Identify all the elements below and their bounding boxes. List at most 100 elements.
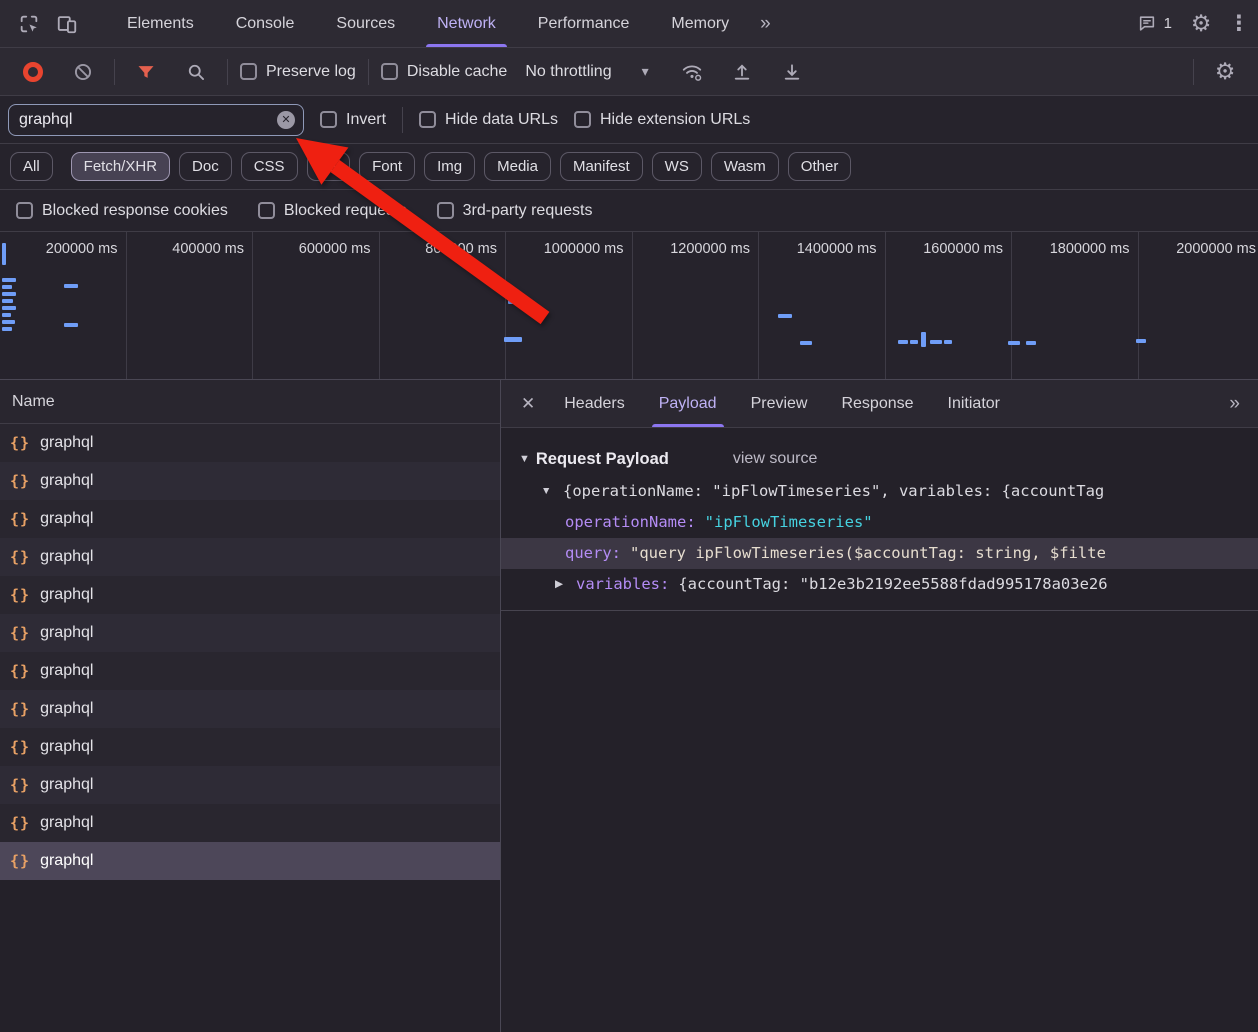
fetch-braces-icon: {} (10, 852, 31, 870)
request-row[interactable]: {} graphql (0, 652, 500, 690)
network-toolbar: Preserve log Disable cache No throttling… (0, 48, 1258, 96)
chip-js[interactable]: JS (306, 152, 351, 181)
more-tabs-chevron-icon[interactable]: » (750, 13, 781, 35)
preserve-log-checkbox[interactable] (240, 63, 257, 80)
request-row[interactable]: {} graphql (0, 538, 500, 576)
chip-css[interactable]: CSS (240, 152, 298, 181)
chip-all[interactable]: All (10, 152, 53, 181)
record-button[interactable] (14, 53, 52, 91)
hide-data-urls-label[interactable]: Hide data URLs (445, 111, 558, 129)
hide-extension-urls-checkbox[interactable] (573, 111, 591, 128)
request-row[interactable]: {} graphql (0, 804, 500, 842)
name-column-header[interactable]: Name (0, 380, 500, 424)
settings-gear-icon[interactable]: ⚙ (1182, 5, 1220, 43)
blocked-requests-checkbox[interactable] (257, 202, 275, 219)
blocked-requests-label[interactable]: Blocked requests (284, 202, 407, 220)
details-tab-payload[interactable]: Payload (642, 380, 734, 427)
view-source-link[interactable]: view source (733, 450, 817, 468)
invert-checkbox[interactable] (320, 111, 337, 128)
expand-triangle-icon[interactable]: ▼ (541, 476, 551, 507)
payload-variables-line[interactable]: ▶ variables: {accountTag: "b12e3b2192ee55… (501, 569, 1258, 600)
request-name: graphql (40, 776, 94, 793)
third-party-requests-checkbox[interactable] (436, 202, 454, 219)
device-toolbar-icon[interactable] (48, 5, 86, 43)
import-har-icon[interactable] (723, 53, 761, 91)
chip-font[interactable]: Font (359, 152, 416, 181)
hide-data-urls-group: Hide data URLs (419, 111, 558, 129)
timeline-overview[interactable]: 200000 ms 400000 ms 600000 ms 800000 ms 1000… (0, 232, 1258, 380)
network-conditions-icon[interactable] (673, 53, 711, 91)
payload-root-line[interactable]: ▼ {operationName: "ipFlowTimeseries", va… (501, 476, 1258, 507)
chip-manifest[interactable]: Manifest (559, 152, 643, 181)
request-row[interactable]: {} graphql (0, 424, 500, 462)
throttling-select[interactable]: No throttling ▾ (525, 63, 648, 81)
inspect-element-icon[interactable] (10, 5, 48, 43)
details-tab-preview[interactable]: Preview (734, 380, 825, 427)
tab-elements[interactable]: Elements (106, 0, 215, 47)
third-party-requests-label[interactable]: 3rd-party requests (463, 202, 593, 220)
preserve-log-group: Preserve log (240, 63, 356, 81)
request-row[interactable]: {} graphql (0, 576, 500, 614)
payload-query-line[interactable]: query: "query ipFlowTimeseries($accountTa… (501, 538, 1258, 569)
kebab-menu-icon[interactable]: ⋮ (1220, 5, 1258, 43)
details-overflow-chevron-icon[interactable]: » (1219, 393, 1250, 415)
request-row[interactable]: {} graphql (0, 842, 500, 880)
tab-sources[interactable]: Sources (315, 0, 416, 47)
tab-memory[interactable]: Memory (650, 0, 750, 47)
tab-performance[interactable]: Performance (517, 0, 651, 47)
payload-section-title: Request Payload (535, 449, 669, 468)
network-request-mark (2, 327, 12, 331)
request-row[interactable]: {} graphql (0, 614, 500, 652)
collapse-triangle-icon[interactable]: ▼ (519, 453, 530, 465)
chip-media[interactable]: Media (484, 152, 551, 181)
chip-other[interactable]: Other (787, 152, 852, 181)
chip-ws[interactable]: WS (651, 152, 702, 181)
preserve-log-label[interactable]: Preserve log (266, 63, 356, 81)
chip-img[interactable]: Img (424, 152, 476, 181)
fetch-braces-icon: {} (10, 700, 31, 718)
request-row[interactable]: {} graphql (0, 500, 500, 538)
timeline-label: 200000 ms (0, 232, 127, 379)
filter-input[interactable]: graphql ✕ (8, 103, 304, 136)
fetch-braces-icon: {} (10, 472, 31, 490)
disable-cache-checkbox[interactable] (380, 63, 398, 80)
fetch-braces-icon: {} (10, 510, 31, 528)
filter-funnel-icon[interactable] (127, 53, 165, 91)
timeline-label: 1200000 ms (633, 232, 759, 379)
network-request-mark (930, 340, 942, 344)
requests-panel: Name {} graphql {} graphql {} graphql {} graphq… (0, 380, 501, 1032)
search-icon[interactable] (177, 53, 215, 91)
disable-cache-label[interactable]: Disable cache (407, 63, 508, 81)
hide-data-urls-checkbox[interactable] (419, 111, 437, 128)
chip-wasm[interactable]: Wasm (710, 152, 779, 181)
clear-log-icon[interactable] (64, 53, 102, 91)
expand-triangle-icon[interactable]: ▶ (555, 569, 563, 600)
payload-operation-line[interactable]: operationName: "ipFlowTimeseries" (501, 507, 1258, 538)
devtools-topbar: Elements Console Sources Network Performance… (0, 0, 1258, 48)
network-settings-gear-icon[interactable]: ⚙ (1206, 53, 1244, 91)
details-tab-initiator[interactable]: Initiator (931, 380, 1017, 427)
details-tab-response[interactable]: Response (824, 380, 930, 427)
details-tab-headers[interactable]: Headers (547, 380, 641, 427)
hide-extension-urls-label[interactable]: Hide extension URLs (600, 111, 750, 129)
blocked-response-cookies-checkbox[interactable] (16, 202, 33, 219)
export-har-icon[interactable] (773, 53, 811, 91)
issues-button[interactable]: 1 (1127, 14, 1182, 33)
details-tab-list: Headers Payload Preview Response Initiator (547, 380, 1017, 427)
tab-console[interactable]: Console (215, 0, 316, 47)
clear-filter-icon[interactable]: ✕ (277, 110, 295, 129)
devtools-tabs: Elements Console Sources Network Performance… (106, 0, 750, 47)
tab-network[interactable]: Network (416, 0, 517, 47)
request-row[interactable]: {} graphql (0, 728, 500, 766)
request-row[interactable]: {} graphql (0, 462, 500, 500)
close-details-icon[interactable]: ✕ (509, 394, 547, 414)
chip-doc[interactable]: Doc (179, 152, 232, 181)
request-row[interactable]: {} graphql (0, 766, 500, 804)
invert-label[interactable]: Invert (346, 111, 386, 129)
filter-input-value: graphql (19, 110, 73, 128)
network-request-mark (504, 337, 522, 342)
chip-fetch-xhr[interactable]: Fetch/XHR (70, 152, 171, 181)
blocked-response-cookies-label[interactable]: Blocked response cookies (42, 202, 228, 220)
network-request-mark (64, 284, 78, 288)
request-row[interactable]: {} graphql (0, 690, 500, 728)
